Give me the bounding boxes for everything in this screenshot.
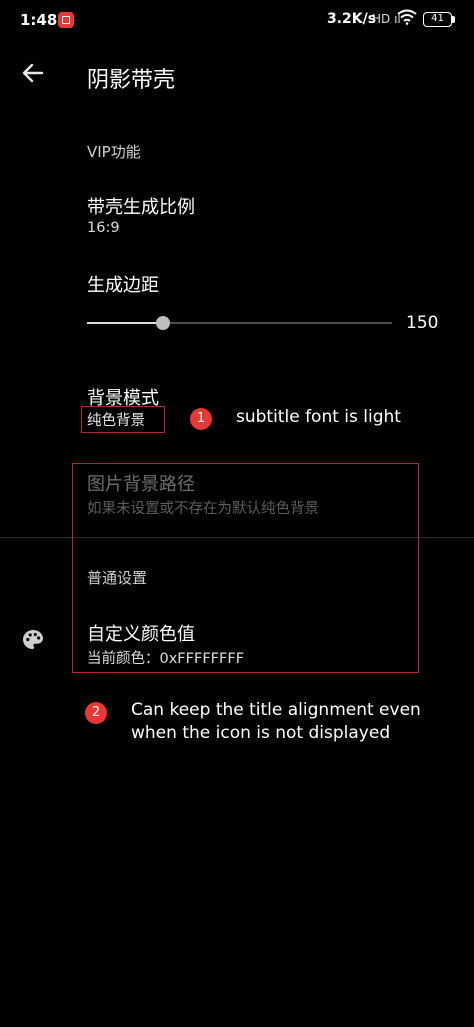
page-title: 阴影带壳 bbox=[87, 68, 176, 93]
setting-margin-title: 生成边距 bbox=[87, 275, 159, 296]
annotation-note-1: subtitle font is light bbox=[236, 407, 401, 427]
back-arrow-icon[interactable] bbox=[20, 60, 50, 90]
annotation-marker-1: 1 bbox=[190, 408, 212, 430]
margin-slider-thumb[interactable] bbox=[156, 316, 171, 330]
palette-icon bbox=[21, 628, 45, 652]
annotation-box-alignment bbox=[72, 463, 419, 673]
battery-icon: 41 bbox=[423, 12, 452, 27]
margin-slider-fill bbox=[87, 322, 164, 324]
section-header-vip: VIP功能 bbox=[87, 143, 141, 161]
setting-ratio-title: 带壳生成比例 bbox=[87, 197, 195, 218]
annotation-note-2-line1: Can keep the title alignment even bbox=[131, 700, 421, 720]
setting-ratio-value: 16:9 bbox=[87, 220, 120, 236]
wifi-icon bbox=[397, 9, 417, 29]
status-time: 1:48 bbox=[20, 11, 58, 29]
setting-bg-mode-value: 纯色背景 bbox=[87, 413, 145, 429]
setting-ratio[interactable]: 带壳生成比例 16:9 bbox=[0, 185, 474, 245]
margin-slider-value: 150 bbox=[406, 313, 439, 333]
annotation-note-2-line2: when the icon is not displayed bbox=[131, 723, 391, 743]
network-speed: 3.2K/s bbox=[327, 11, 377, 27]
annotation-marker-2: 2 bbox=[85, 702, 107, 724]
app-notification-icon bbox=[58, 12, 74, 28]
battery-tip bbox=[452, 16, 455, 23]
